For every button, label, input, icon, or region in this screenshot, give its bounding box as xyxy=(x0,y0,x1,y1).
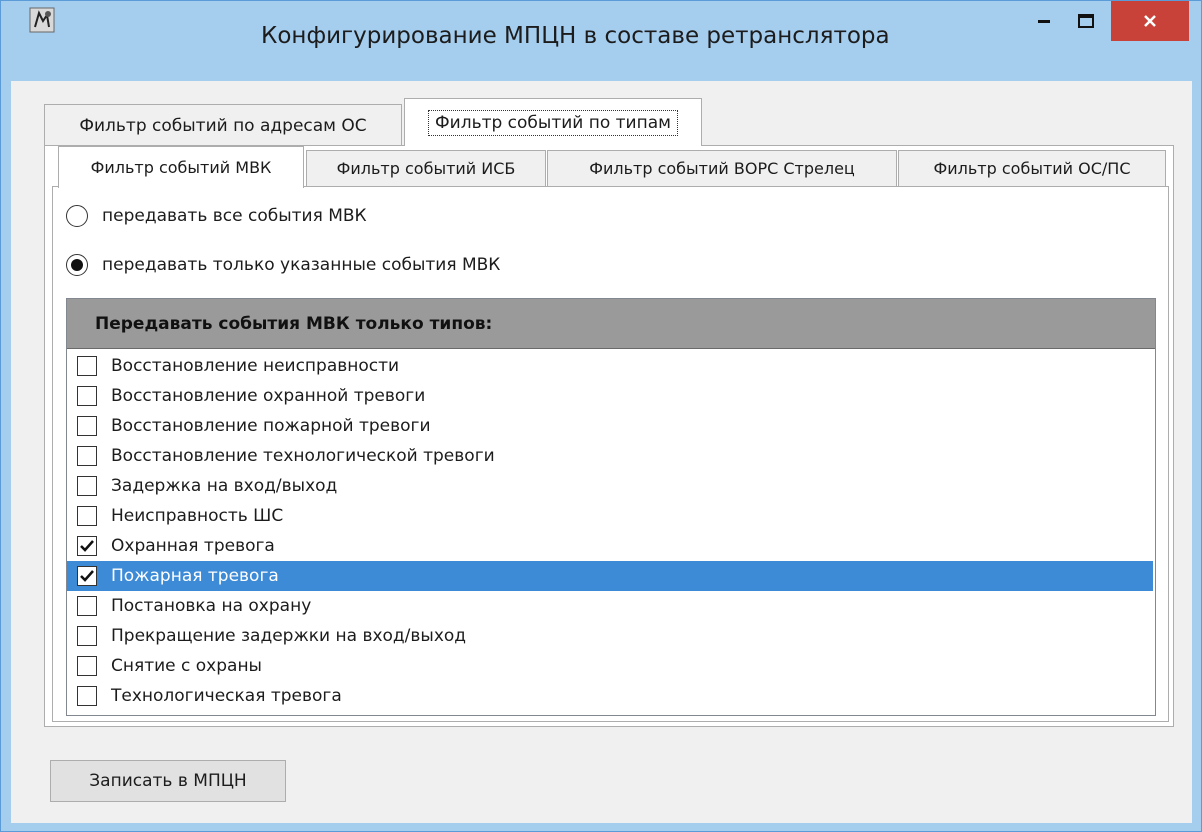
item-label: Неисправность ШС xyxy=(111,506,284,526)
checkbox[interactable] xyxy=(77,686,97,706)
tab-isb-events[interactable]: Фильтр событий ИСБ xyxy=(306,150,546,186)
list-item[interactable]: Неисправность ШС xyxy=(67,501,1155,531)
list-item-selected[interactable]: Пожарная тревога xyxy=(67,561,1153,591)
list-item[interactable]: Восстановление неисправности xyxy=(67,351,1155,381)
checkbox[interactable] xyxy=(77,536,97,556)
tab-filter-by-address[interactable]: Фильтр событий по адресам ОС xyxy=(44,104,402,146)
list-item[interactable]: Постановка на охрану xyxy=(67,591,1155,621)
checkbox[interactable] xyxy=(77,386,97,406)
window-title: Конфигурирование МПЦН в составе ретрансл… xyxy=(261,23,890,49)
checkbox[interactable] xyxy=(77,596,97,616)
radio-label: передавать только указанные события МВК xyxy=(102,255,501,275)
list-item[interactable]: Задержка на вход/выход xyxy=(67,471,1155,501)
list-item[interactable]: Восстановление технологической тревоги xyxy=(67,441,1155,471)
tab-label: Фильтр событий ОС/ПС xyxy=(933,159,1131,178)
tab-mvk-events[interactable]: Фильтр событий МВК xyxy=(58,146,304,188)
list-item[interactable]: Прекращение задержки на вход/выход xyxy=(67,621,1155,651)
item-label: Восстановление технологической тревоги xyxy=(111,446,495,466)
item-label: Восстановление охранной тревоги xyxy=(111,386,426,406)
maximize-icon xyxy=(1078,14,1094,28)
list-item[interactable]: Восстановление пожарной тревоги xyxy=(67,411,1155,441)
radio-dot xyxy=(71,259,83,271)
item-label: Восстановление пожарной тревоги xyxy=(111,416,431,436)
radio-button[interactable] xyxy=(66,205,88,227)
app-icon[interactable] xyxy=(29,7,55,33)
checkbox[interactable] xyxy=(77,566,97,586)
checkbox[interactable] xyxy=(77,626,97,646)
tab-label: Фильтр событий МВК xyxy=(90,158,272,177)
title-bar[interactable]: Конфигурирование МПЦН в составе ретрансл… xyxy=(1,1,1201,81)
checkbox[interactable] xyxy=(77,416,97,436)
button-label: Записать в МПЦН xyxy=(89,771,247,791)
item-label: Снятие с охраны xyxy=(111,656,262,676)
radio-selected-events[interactable]: передавать только указанные события МВК xyxy=(66,251,500,279)
item-label: Охранная тревога xyxy=(111,536,275,556)
close-icon xyxy=(1144,15,1156,27)
item-label: Постановка на охрану xyxy=(111,596,312,616)
checkbox[interactable] xyxy=(77,356,97,376)
tab-label: Фильтр событий по типам xyxy=(428,109,678,136)
radio-button[interactable] xyxy=(66,254,88,276)
checkmark-icon xyxy=(80,540,94,552)
event-types-list[interactable]: Передавать события МВК только типов: Вос… xyxy=(66,298,1156,716)
tab-filter-by-type[interactable]: Фильтр событий по типам xyxy=(404,98,702,146)
minimize-button[interactable] xyxy=(1023,1,1065,41)
list-item[interactable]: Снятие с охраны xyxy=(67,651,1155,681)
checkbox[interactable] xyxy=(77,656,97,676)
tab-os-ps-events[interactable]: Фильтр событий ОС/ПС xyxy=(898,150,1166,186)
checkmark-icon xyxy=(80,570,94,582)
tab-label: Фильтр событий ИСБ xyxy=(336,159,516,178)
checkbox[interactable] xyxy=(77,446,97,466)
item-label: Прекращение задержки на вход/выход xyxy=(111,626,467,646)
list-item[interactable]: Технологическая тревога xyxy=(67,681,1155,711)
close-button[interactable] xyxy=(1111,1,1189,41)
checkbox[interactable] xyxy=(77,476,97,496)
list-item[interactable]: Восстановление охранной тревоги xyxy=(67,381,1155,411)
item-label: Технологическая тревога xyxy=(111,686,342,706)
radio-label: передавать все события МВК xyxy=(102,206,367,226)
list-item[interactable]: Охранная тревога xyxy=(67,531,1155,561)
minimize-icon xyxy=(1038,20,1050,23)
write-to-mpcn-button[interactable]: Записать в МПЦН xyxy=(50,760,286,802)
list-items: Восстановление неисправности Восстановле… xyxy=(67,351,1155,711)
item-label: Пожарная тревога xyxy=(111,566,279,586)
item-label: Восстановление неисправности xyxy=(111,356,400,376)
item-label: Задержка на вход/выход xyxy=(111,476,338,496)
tab-vors-strelets-events[interactable]: Фильтр событий ВОРС Стрелец xyxy=(547,150,897,186)
maximize-button[interactable] xyxy=(1065,1,1107,41)
list-header: Передавать события МВК только типов: xyxy=(67,299,1155,349)
checkbox[interactable] xyxy=(77,506,97,526)
radio-all-events[interactable]: передавать все события МВК xyxy=(66,202,367,230)
tab-label: Фильтр событий ВОРС Стрелец xyxy=(589,159,855,178)
tab-label: Фильтр событий по адресам ОС xyxy=(79,115,367,136)
